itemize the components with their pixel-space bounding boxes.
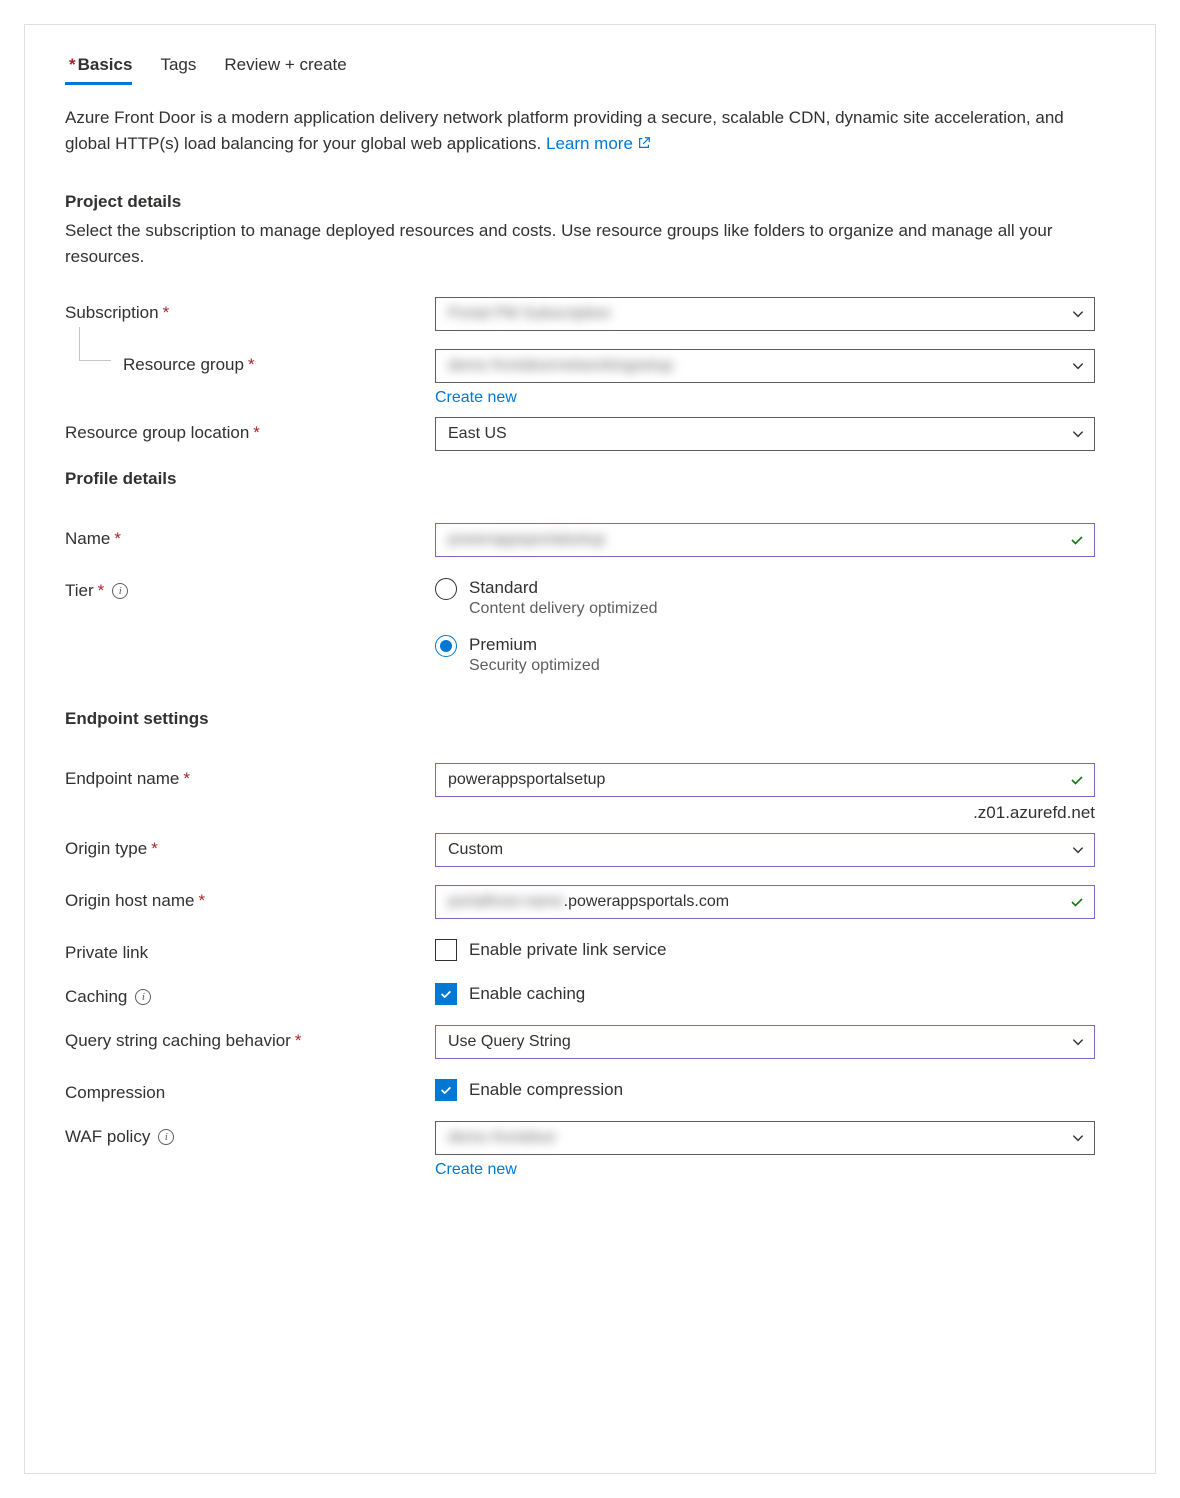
endpoint-suffix: .z01.azurefd.net <box>435 803 1095 823</box>
info-icon[interactable]: i <box>112 583 128 599</box>
private-link-checkbox[interactable] <box>435 939 457 961</box>
learn-more-link[interactable]: Learn more <box>546 134 651 153</box>
tier-standard-label: Standard <box>469 577 658 599</box>
endpoint-settings-title: Endpoint settings <box>65 709 1115 729</box>
project-details-desc: Select the subscription to manage deploy… <box>65 218 1065 269</box>
rg-location-label: Resource group location* <box>65 417 435 443</box>
info-icon[interactable]: i <box>135 989 151 1005</box>
compression-label: Compression <box>65 1077 435 1103</box>
caching-checkbox[interactable] <box>435 983 457 1005</box>
compression-check-label: Enable compression <box>469 1080 623 1100</box>
rg-location-select[interactable]: East US <box>435 417 1095 451</box>
tab-bar: *Basics Tags Review + create <box>65 49 1115 85</box>
tab-basics[interactable]: *Basics <box>65 49 132 85</box>
learn-more-label: Learn more <box>546 134 633 153</box>
query-string-select[interactable]: Use Query String <box>435 1025 1095 1059</box>
origin-type-value: Custom <box>448 841 503 859</box>
tier-premium-sub: Security optimized <box>469 656 600 677</box>
create-new-waf-link[interactable]: Create new <box>435 1161 517 1179</box>
query-string-value: Use Query String <box>448 1033 571 1051</box>
external-link-icon <box>637 136 651 150</box>
waf-policy-select[interactable]: demo frontdoor <box>435 1121 1095 1155</box>
endpoint-name-input[interactable]: powerappsportalsetup <box>435 763 1095 797</box>
endpoint-name-value: powerappsportalsetup <box>448 771 605 789</box>
tier-standard-radio[interactable]: Standard Content delivery optimized <box>435 577 1095 620</box>
tab-review-label: Review + create <box>224 55 346 74</box>
tier-radio-group: Standard Content delivery optimized Prem… <box>435 575 1095 677</box>
origin-host-label: Origin host name* <box>65 885 435 911</box>
profile-name-label: Name* <box>65 523 435 549</box>
origin-type-label: Origin type* <box>65 833 435 859</box>
check-icon <box>1069 532 1085 548</box>
radio-unchecked-icon <box>435 578 457 600</box>
tab-basics-label: Basics <box>78 55 133 74</box>
tab-tags-label: Tags <box>160 55 196 74</box>
caching-label: Cachingi <box>65 981 435 1007</box>
resource-group-label: Resource group* <box>65 349 435 375</box>
origin-host-prefix: portalhost-name <box>448 893 564 911</box>
origin-host-suffix: .powerappsportals.com <box>564 893 729 911</box>
rg-location-value: East US <box>448 425 507 443</box>
profile-name-input[interactable]: powerappsportalsetup <box>435 523 1095 557</box>
profile-details-title: Profile details <box>65 469 1115 489</box>
info-icon[interactable]: i <box>158 1129 174 1145</box>
form-panel: *Basics Tags Review + create Azure Front… <box>24 24 1156 1474</box>
origin-host-input[interactable]: portalhost-name.powerappsportals.com <box>435 885 1095 919</box>
query-string-label: Query string caching behavior* <box>65 1025 435 1051</box>
endpoint-name-label: Endpoint name* <box>65 763 435 789</box>
project-details-title: Project details <box>65 192 1115 212</box>
check-icon <box>1069 894 1085 910</box>
waf-policy-value: demo frontdoor <box>448 1129 557 1147</box>
tier-standard-sub: Content delivery optimized <box>469 599 658 620</box>
resource-group-select[interactable]: demo frontdoornetworkingsetup <box>435 349 1095 383</box>
check-icon <box>1069 772 1085 788</box>
tab-review[interactable]: Review + create <box>224 49 346 85</box>
tier-premium-label: Premium <box>469 634 600 656</box>
resource-group-value: demo frontdoornetworkingsetup <box>448 357 673 375</box>
tier-label: Tier*i <box>65 575 435 601</box>
subscription-value: Portal PM Subscription <box>448 305 611 323</box>
tree-connector-icon <box>79 327 111 361</box>
tier-premium-radio[interactable]: Premium Security optimized <box>435 634 1095 677</box>
create-new-rg-link[interactable]: Create new <box>435 389 517 407</box>
compression-checkbox[interactable] <box>435 1079 457 1101</box>
profile-name-value: powerappsportalsetup <box>448 531 605 549</box>
subscription-select[interactable]: Portal PM Subscription <box>435 297 1095 331</box>
private-link-check-label: Enable private link service <box>469 940 666 960</box>
tab-tags[interactable]: Tags <box>160 49 196 85</box>
radio-checked-icon <box>435 635 457 657</box>
intro-text: Azure Front Door is a modern application… <box>65 105 1085 156</box>
private-link-label: Private link <box>65 937 435 963</box>
subscription-label: Subscription* <box>65 297 435 323</box>
origin-type-select[interactable]: Custom <box>435 833 1095 867</box>
caching-check-label: Enable caching <box>469 984 585 1004</box>
waf-policy-label: WAF policyi <box>65 1121 435 1147</box>
